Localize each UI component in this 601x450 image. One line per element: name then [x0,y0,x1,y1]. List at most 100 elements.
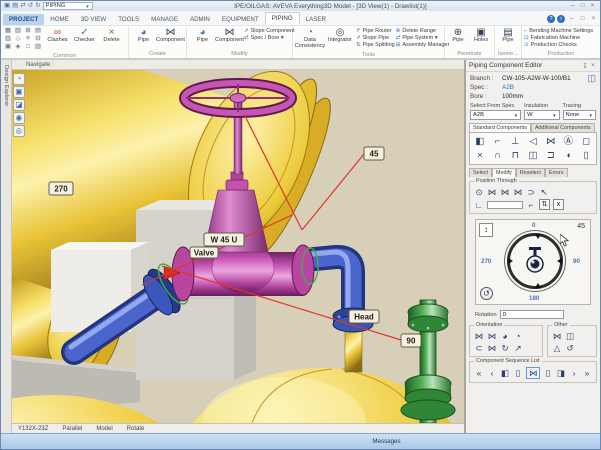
orient-valve-up-icon[interactable]: ⋈ [487,331,497,341]
position-start-icon[interactable]: ⊙ [474,187,484,197]
tab-laser[interactable]: LASER [300,14,332,25]
tab-modify[interactable]: Modify [492,168,516,177]
tab-manage[interactable]: MANAGE [145,14,184,25]
tab-reselect[interactable]: Reselect [516,168,545,177]
other-datum-icon[interactable]: △ [552,343,562,353]
redo-icon[interactable]: ↻ [35,2,40,10]
flip-direction-button[interactable]: ⇅ [539,199,550,210]
3d-viewport[interactable]: Navigate : ◔▣◪◉◎ [12,60,464,433]
modify-pipe-button[interactable]: ◕ Pipe [189,27,216,44]
orient-rotate-ccw-icon[interactable]: ◔ [513,331,523,341]
view-zoom-icon[interactable]: ◔ [13,73,25,85]
flange-icon[interactable]: ◧ [475,136,484,147]
tab-piping[interactable]: PIPING [265,12,300,25]
mini-tool-icon[interactable]: ⊟ [33,35,43,43]
maximize-button[interactable]: □ [578,2,587,10]
bending-machine-settings-link[interactable]: ⌐ Bending Machine Settings [524,28,593,34]
elbow-icon[interactable]: ⌐ [495,136,501,147]
penetrate-pipe-button[interactable]: ⊕ Pipe [447,27,469,44]
coupling-icon[interactable]: ◫ [529,150,538,161]
undo-icon[interactable]: ↺ [28,2,33,10]
pipe-system-link[interactable]: ⇄ Pipe System ▾ [396,35,450,41]
position-cursor-pick-icon[interactable]: ↖ [539,187,549,197]
integrator-button[interactable]: ◎ Integrator [325,27,355,50]
production-checks-link[interactable]: ⊙ Production Checks [524,42,593,48]
position-origin-icon[interactable]: ∟ [474,200,484,210]
qat-combo[interactable]: PIPING ▼ [43,2,93,10]
orient-rotate-cw-icon[interactable]: ◕ [500,331,510,341]
messages-dock-bar[interactable]: Messages [1,433,600,450]
orient-spin-icon[interactable]: ↻ [500,343,510,353]
cap-icon[interactable]: ◻ [582,136,590,147]
checker-button[interactable]: ✓ Checker [71,27,98,44]
minimize-button[interactable]: – [567,15,576,23]
seq-last-button[interactable]: » [582,368,592,378]
rotation-input[interactable] [500,310,564,319]
other-undo-icon[interactable]: ↺ [565,343,575,353]
mini-tool-icon[interactable]: ▥ [3,35,13,43]
instrument-icon[interactable]: Ⓐ [564,136,574,147]
isometric-pipe-button[interactable]: ▤ Pipe [497,27,519,44]
view-section-icon[interactable]: ◪ [13,99,25,111]
lock-axis-button[interactable]: x [553,199,564,210]
app-icon[interactable]: ▣ [4,2,10,10]
mini-tool-icon[interactable]: ▧ [13,27,23,35]
position-distance-input[interactable] [487,201,523,209]
mini-tool-icon[interactable]: ▦ [3,27,13,35]
select-from-spec-dropdown[interactable]: A2B ▼ [470,110,521,120]
tab-tools[interactable]: TOOLS [112,14,145,25]
mini-tool-icon[interactable]: ▨ [33,43,43,51]
olet-icon[interactable]: ⊐ [547,150,555,161]
position-elbow-icon[interactable]: ⌐ [526,200,536,210]
position-valve-centre-icon[interactable]: ⋈ [500,187,510,197]
close-button[interactable]: × [588,2,597,10]
insulation-dropdown[interactable]: W ▼ [524,110,559,120]
gasket-icon[interactable]: ▯ [584,150,589,161]
assembly-manager-link[interactable]: ⊞ Assembly Manager [396,42,450,48]
position-valve-leave-icon[interactable]: ⋈ [513,187,523,197]
info-icon[interactable]: i [557,15,565,23]
seq-next-button[interactable]: › [569,368,579,378]
mini-tool-icon[interactable]: ⊞ [23,27,33,35]
view-cube-icon[interactable]: ▣ [13,86,25,98]
save-icon[interactable]: ▤ [12,2,18,10]
spec-value-link[interactable]: A2B [502,84,514,91]
mini-tool-icon[interactable]: ≡ [23,35,33,43]
axis-anchor-button[interactable]: ↕ [479,223,493,237]
create-pipe-button[interactable]: ◕ Pipe [131,27,156,44]
design-explorer-collapsed-tab[interactable]: Design Explorer [1,60,12,433]
filter-icon[interactable]: ⊓ [512,150,519,161]
direction-compass[interactable]: ↕ 45 0 90 180 270 ↺ [475,219,591,305]
orient-valve-down-icon[interactable]: ⋈ [474,331,484,341]
seq-valve-icon[interactable]: ⋈ [526,367,540,379]
tab-equipment[interactable]: EQUIPMENT [216,14,265,25]
3d-scene[interactable]: 270 45 W 45 U Valve [12,70,464,423]
tab-additional-components[interactable]: Additional Components [531,123,595,132]
delete-button[interactable]: × Delete [98,27,125,44]
create-component-button[interactable]: ⋈ Component [157,27,184,44]
pipe-router-link[interactable]: ↱ Pipe Router [356,28,395,34]
other-flange-icon[interactable]: ◫ [565,331,575,341]
tab-project[interactable]: PROJECT [3,14,44,25]
mini-tool-icon[interactable]: ▤ [33,27,43,35]
delete-range-link[interactable]: ⊗ Delete Range [396,28,450,34]
other-component-icon[interactable]: ⋈ [552,331,562,341]
reducer-icon[interactable]: ◁ [529,136,536,147]
close-button[interactable]: × [589,15,598,23]
close-icon[interactable]: × [589,62,597,69]
minimize-button[interactable]: – [568,2,577,10]
slope-pipe-link[interactable]: ⇗ Slope Pipe [356,35,395,41]
mini-tool-icon[interactable]: ◈ [13,43,23,51]
seq-flange-right-icon[interactable]: ◨ [556,368,566,378]
valve-handwheel[interactable] [184,83,292,113]
tab-select[interactable]: Select [469,168,492,177]
clashes-button[interactable]: ∞ Clashes [44,27,71,44]
fabrication-machine-link[interactable]: ⊡ Fabrication Machine [524,35,593,41]
cross-icon[interactable]: × [477,150,483,161]
seq-first-button[interactable]: « [474,368,484,378]
pipe-splitting-link[interactable]: ⇅ Pipe Splitting [356,42,395,48]
orient-flange-icon[interactable]: ⊂ [474,343,484,353]
position-distance-icon[interactable]: ⊃ [526,187,536,197]
seq-flange-left-icon[interactable]: ◧ [500,368,510,378]
tee-icon[interactable]: ⊥ [511,136,519,147]
